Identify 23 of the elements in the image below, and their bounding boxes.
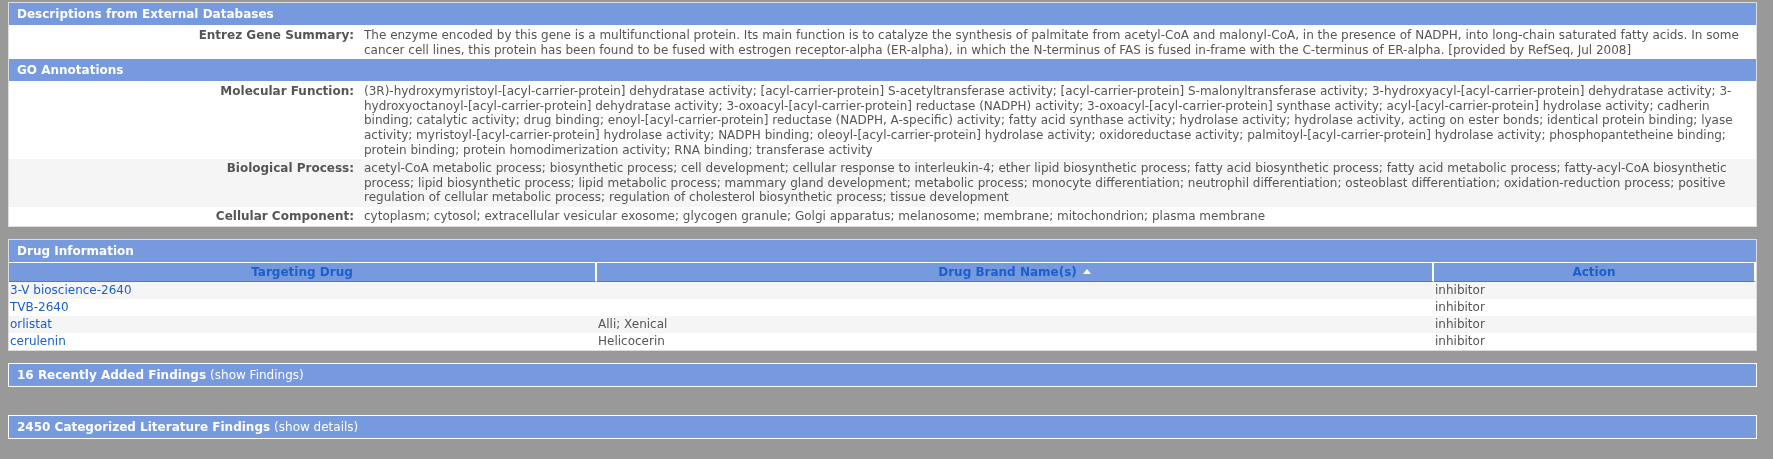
field-value: The enzyme encoded by this gene is a multifunctional protein. Its main function is to catalyze the synthesis of palmitate from acetyl-CoA and malonyl-CoA, in the presence of NADPH, into long-chain saturated fatty acids. In some cancer cell lines, this protein has been found to be fused with estrogen receptor-alpha (ER-alpha), in which the N-terminus of FAS is fused in-frame with the C-terminus of ER-alpha. [provided by RefSeq, Jul 2008] <box>364 28 1740 58</box>
field-label: Biological Process: <box>225 161 354 178</box>
drug-link[interactable]: TVB-2640 <box>10 299 69 314</box>
field-label: Entrez Gene Summary: <box>197 28 354 44</box>
table-cell: inhibitor <box>1435 299 1485 314</box>
drug-link[interactable]: cerulenin <box>10 333 66 348</box>
show-link[interactable]: (show details) <box>274 418 359 435</box>
drug-link[interactable]: 3-V bioscience-2640 <box>10 282 132 297</box>
drug-link[interactable]: orlistat <box>10 316 52 331</box>
table-cell: Alli; Xenical <box>598 316 668 331</box>
table-cell: inhibitor <box>1435 282 1485 297</box>
section-header: Descriptions from External Databases <box>9 3 1756 26</box>
section-header: Drug Information <box>9 239 1756 263</box>
section-header: GO Annotations <box>9 59 1756 83</box>
table-cell: inhibitor <box>1435 316 1485 331</box>
show-link[interactable]: (show Findings) <box>210 366 304 383</box>
field-label: Cellular Component: <box>214 208 354 224</box>
findings-title: 2450 Categorized Literature Findings <box>17 418 271 435</box>
table-cell: inhibitor <box>1435 333 1485 348</box>
table-cell: Helicocerin <box>598 333 665 348</box>
field-label: Molecular Function: <box>219 84 354 101</box>
field-value: cytoplasm; cytosol; extracellular vesicular exosome; glycogen granule; Golgi apparatus; melanosome; membrane; mitochondrion; plasma membrane <box>364 208 1267 224</box>
findings-title: 16 Recently Added Findings <box>17 366 207 383</box>
